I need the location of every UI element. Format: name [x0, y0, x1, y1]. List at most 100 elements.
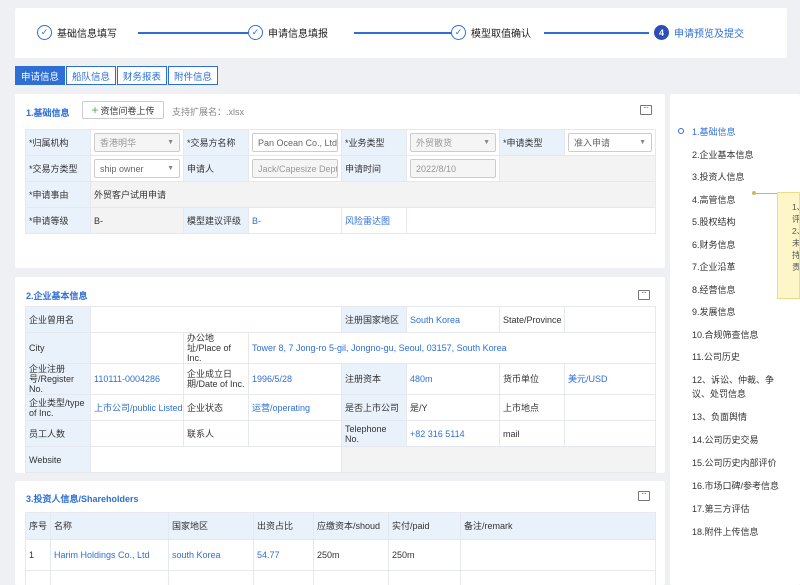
step-4[interactable]: 4 申请预览及提交	[654, 25, 744, 40]
tab-apply-info[interactable]: 申请信息	[15, 66, 66, 85]
nav-item-company[interactable]: 2.企业基本信息	[692, 148, 788, 162]
website-value	[89, 446, 343, 473]
empty-cell	[499, 155, 656, 182]
step-connector	[138, 32, 262, 34]
nav-item-reputation[interactable]: 16.市场口碑/参考信息	[692, 479, 788, 493]
table-row: 1 Harim Holdings Co., Ltd south Korea 54…	[25, 539, 656, 571]
tab-fleet-info[interactable]: 船队信息	[66, 66, 117, 85]
nav-item-internal-eval[interactable]: 15.公司历史内部评价	[692, 456, 788, 470]
grade-value: B-	[90, 207, 184, 234]
table-row	[25, 570, 656, 585]
questionnaire-upload-button[interactable]: + 资信问卷上传	[82, 101, 164, 119]
grade-label: *申请等级	[25, 207, 91, 234]
table-header-row: 序号 名称 国家地区 出资占比 应缴资本/shoud 实付/paid 备注/re…	[25, 512, 656, 540]
market-label: 上市地点	[499, 394, 566, 421]
cp-type-select[interactable]: ship owner ▼	[94, 159, 180, 178]
row-index: 1	[25, 539, 51, 571]
chevron-down-icon: ▼	[483, 138, 490, 146]
nav-item-third-party[interactable]: 17.第三方评估	[692, 502, 788, 516]
nav-item-compliance[interactable]: 10.合规筛查信息	[692, 328, 788, 342]
nav-item-development[interactable]: 9.发展信息	[692, 305, 788, 319]
column-header: 名称	[50, 512, 169, 540]
reason-label: *申请事由	[25, 181, 91, 208]
nav-item-executives[interactable]: 4.高管信息	[692, 193, 788, 207]
chevron-down-icon: ▼	[639, 138, 646, 146]
nav-item-attachments[interactable]: 18.附件上传信息	[692, 525, 788, 539]
phone-value: +82 316 5114	[406, 420, 501, 447]
founded-value: 1996/5/28	[247, 363, 343, 395]
nav-item-operations[interactable]: 8.经营信息	[692, 283, 788, 297]
active-dot-icon	[678, 128, 684, 134]
currency-value: 美元/USD	[564, 363, 657, 395]
staff-label: 员工人数	[25, 420, 91, 447]
step-connector	[544, 32, 649, 34]
city-value	[90, 332, 184, 364]
extension-hint: 支持扩展名：.xlsx	[172, 107, 245, 117]
nav-item-finance[interactable]: 6.财务信息	[692, 238, 788, 252]
apply-type-label: *申请类型	[499, 129, 565, 156]
step-3[interactable]: ✓ 模型取值确认	[451, 25, 531, 40]
founded-label: 企业成立日期/Date of Inc.	[183, 363, 249, 395]
section-title: 3.投资人信息/Shareholders	[26, 494, 139, 504]
section-title: 1.基础信息	[26, 108, 70, 118]
comment-icon[interactable]	[638, 489, 650, 501]
nav-item-negative-news[interactable]: 13、负面舆情	[692, 410, 788, 424]
staff-value	[90, 420, 184, 447]
applicant-input[interactable]: Jack/Capesize Dept	[252, 159, 338, 178]
nav-item-company-history[interactable]: 11.公司历史	[692, 350, 788, 364]
type-value: 上市公司/public Listed	[90, 394, 184, 421]
regno-value: 110111-0004286	[90, 363, 184, 395]
plus-icon: +	[91, 103, 99, 117]
market-value	[564, 394, 657, 421]
column-header: 备注/remark	[460, 512, 656, 540]
org-label: *归属机构	[25, 129, 91, 156]
cp-type-label: *交易方类型	[25, 155, 91, 182]
nav-item-history[interactable]: 7.企业沿革	[692, 260, 788, 274]
shareholder-paid: 250m	[388, 539, 461, 571]
counterparty-label: *交易方名称	[183, 129, 249, 156]
alias-label: 企业曾用名	[25, 306, 91, 333]
chevron-down-icon: ▼	[167, 138, 174, 146]
step-label: 基础信息填写	[57, 29, 117, 40]
tab-financial[interactable]: 财务报表	[117, 66, 168, 85]
sticky-note[interactable]: 1、 评 2、 未 持 责	[777, 192, 800, 299]
empty-cell	[341, 446, 657, 473]
counterparty-input[interactable]: Pan Ocean Co., Ltd	[252, 133, 338, 152]
step-label: 申请预览及提交	[674, 29, 744, 40]
nav-item-transactions[interactable]: 14.公司历史交易	[692, 433, 788, 447]
listed-label: 是否上市公司	[341, 394, 408, 421]
status-value: 运营/operating	[247, 394, 343, 421]
apply-type-select[interactable]: 准入申请 ▼	[568, 133, 652, 152]
section-tabs: 申请信息 船队信息 财务报表 附件信息	[15, 66, 219, 85]
org-select[interactable]: 香港明华 ▼	[94, 133, 180, 152]
step-1[interactable]: ✓ 基础信息填写	[37, 25, 117, 40]
nav-item-equity[interactable]: 5.股权结构	[692, 215, 788, 229]
step-2[interactable]: ✓ 申请信息填报	[248, 25, 328, 40]
nav-item-basic[interactable]: 1.基础信息	[692, 125, 788, 139]
biz-type-select[interactable]: 外贸散货 ▼	[410, 133, 496, 152]
comment-icon[interactable]	[638, 288, 650, 300]
side-nav: 1.基础信息 2.企业基本信息 3.投资人信息 4.高管信息 5.股权结构 6.…	[670, 94, 800, 585]
country-value: South Korea	[406, 306, 501, 333]
tab-attachments[interactable]: 附件信息	[168, 66, 219, 85]
apply-time-label: 申请时间	[341, 155, 407, 182]
note-connector	[752, 191, 778, 195]
radar-chart-link[interactable]: 风险雷达图	[341, 207, 407, 234]
capital-label: 注册资本	[341, 363, 408, 395]
state-value	[564, 306, 657, 333]
phone-label: Telephone No.	[341, 420, 408, 447]
status-label: 企业状态	[183, 394, 249, 421]
nav-item-investors[interactable]: 3.投资人信息	[692, 170, 788, 184]
column-header: 国家地区	[168, 512, 254, 540]
column-header: 序号	[25, 512, 51, 540]
office-label: 办公地址/Place of Inc.	[183, 332, 249, 364]
applicant-label: 申请人	[183, 155, 249, 182]
shareholder-ratio: 54.77	[253, 539, 314, 571]
apply-time-input[interactable]: 2022/8/10	[410, 159, 496, 178]
comment-icon[interactable]	[640, 103, 652, 115]
nav-item-litigation[interactable]: 12、诉讼、仲裁、争议、处罚信息	[692, 373, 788, 401]
column-header: 实付/paid	[388, 512, 461, 540]
currency-label: 货币单位	[499, 363, 566, 395]
contact-value	[247, 420, 343, 447]
capital-value: 480m	[406, 363, 501, 395]
